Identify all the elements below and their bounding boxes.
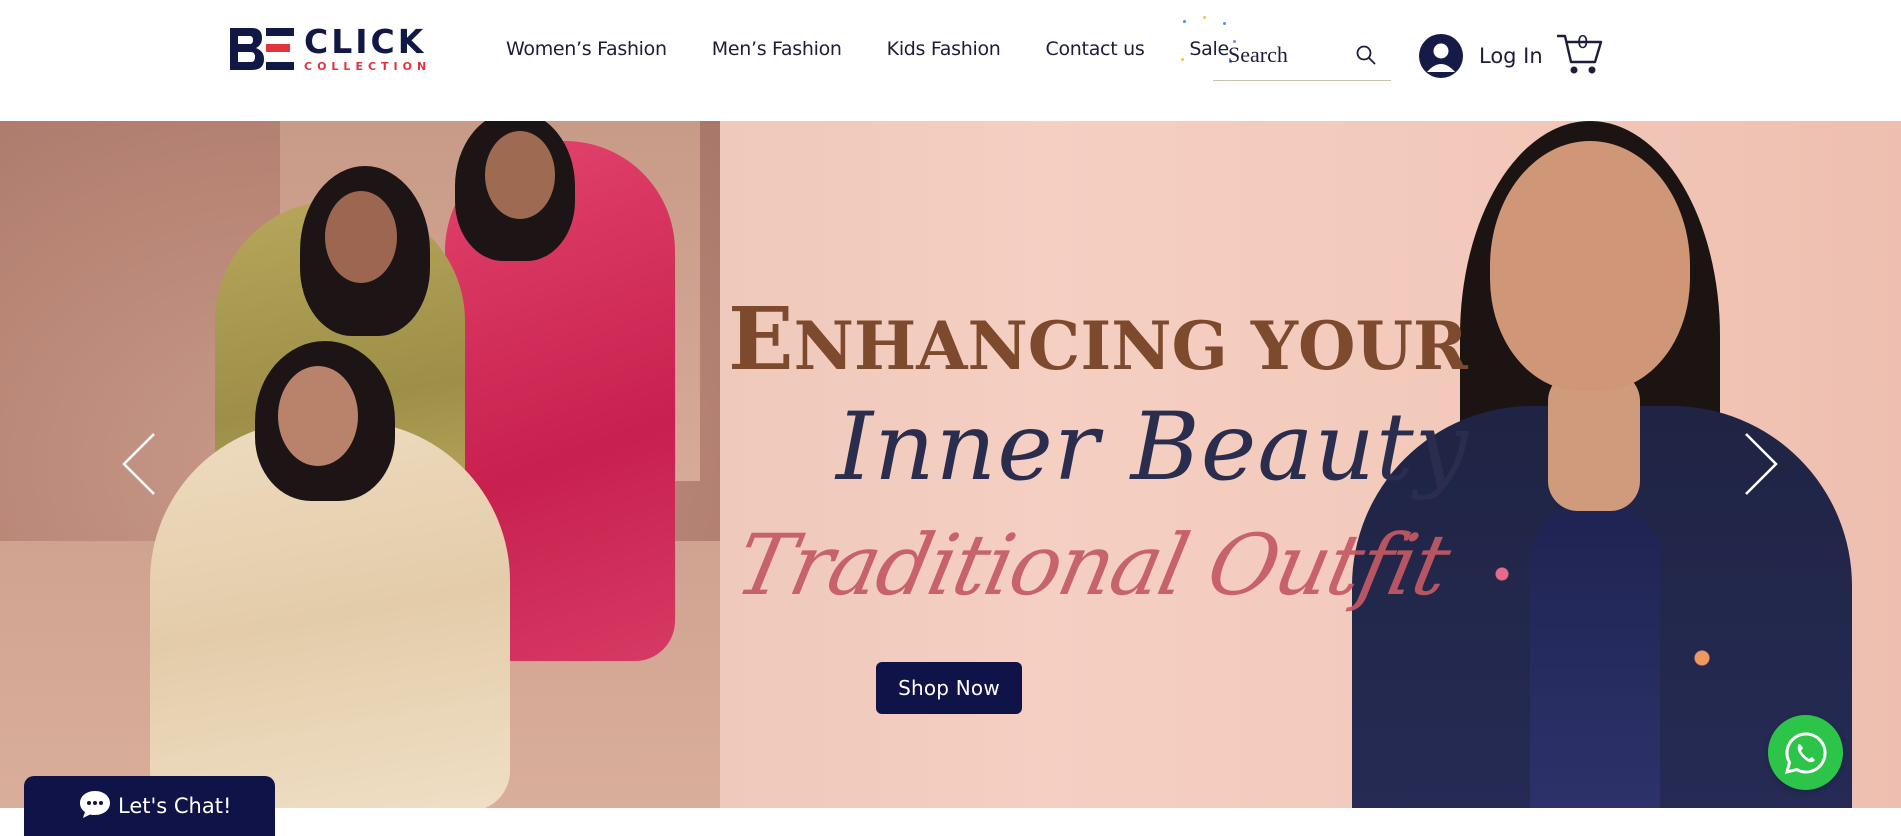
nav-item-womens-fashion[interactable]: Women’s Fashion [506,38,667,60]
chat-bubble-icon [80,791,110,818]
hero-subheadline: Inner Beauty [836,393,1469,502]
logo-word: CLICK [304,21,427,61]
chevron-right-icon[interactable] [1740,431,1780,497]
search-box [1213,30,1391,81]
brand-logo[interactable]: CLICK COLLECTION [228,22,440,74]
nav-item-contact-us[interactable]: Contact us [1046,38,1145,60]
search-icon[interactable] [1355,44,1377,66]
cart-count: 0 [1577,32,1589,53]
nav-item-kids-fashion[interactable]: Kids Fashion [887,38,1001,60]
login-label: Log In [1479,44,1543,68]
sparkle-decoration [1183,20,1187,23]
hero-headline-rest: NHANCING YOUR [793,307,1468,385]
sparkle-decoration [1203,16,1207,19]
shop-now-button[interactable]: Shop Now [876,662,1022,714]
chat-widget-button[interactable]: Let's Chat! [24,776,275,836]
hero-script-text: Traditional Outfit [727,516,1457,614]
nav-item-mens-fashion[interactable]: Men’s Fashion [712,38,842,60]
hero-banner: ENHANCING YOUR Inner Beauty Traditional … [0,121,1901,808]
whatsapp-icon [1784,731,1826,774]
logo-mark-icon [230,28,294,70]
hero-headline: ENHANCING YOUR [728,289,1468,390]
site-header: CLICK COLLECTION Women’s Fashion Men’s F… [0,0,1901,121]
search-input[interactable] [1213,42,1353,68]
whatsapp-button[interactable] [1768,715,1843,790]
sparkle-decoration [1181,58,1185,61]
chevron-left-icon[interactable] [120,431,160,497]
login-button[interactable]: Log In [1419,34,1543,78]
main-nav: Women’s Fashion Men’s Fashion Kids Fashi… [506,16,1274,63]
logo-subtitle: COLLECTION [304,59,432,73]
user-avatar-icon [1419,34,1463,78]
hero-headline-cap: E [728,289,794,390]
cart-button[interactable]: 0 [1555,30,1603,76]
sparkle-decoration [1223,22,1227,25]
chat-label: Let's Chat! [118,794,232,818]
